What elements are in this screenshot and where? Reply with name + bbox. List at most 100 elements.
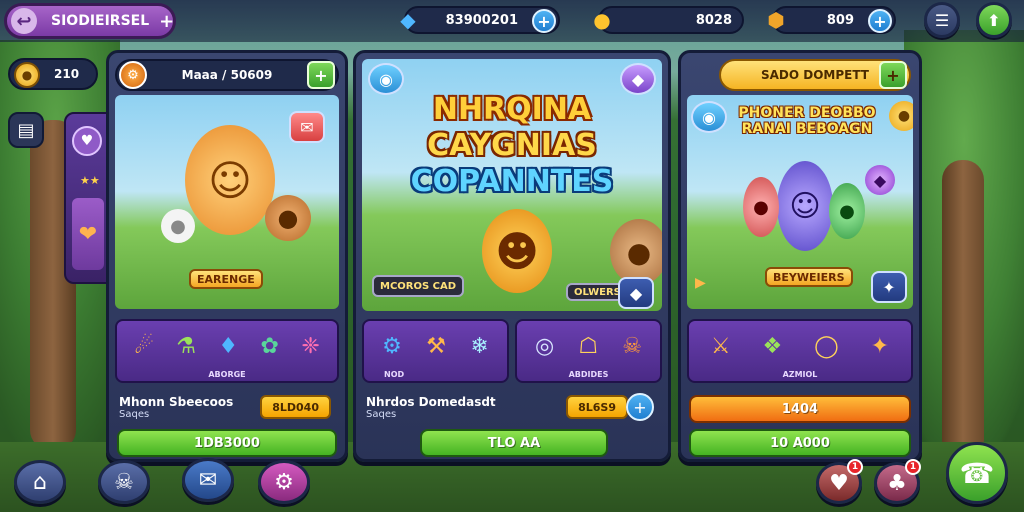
card-1-header: ⚙ Maaa / 50609 + bbox=[115, 59, 339, 91]
card-2-scene: ◉ ◆ NHRQINA CAYGNIAS COPANNTES ☻ ● MCORO… bbox=[362, 59, 662, 311]
card-2-add-button[interactable]: + bbox=[626, 393, 654, 421]
disc-icon: ◎ bbox=[535, 333, 555, 359]
card-3-scene-sign: BEYWEIERS bbox=[765, 267, 853, 287]
card-3-sparkle-button[interactable]: ✦ bbox=[871, 271, 907, 303]
event-button[interactable]: ♣ 1 bbox=[874, 459, 921, 504]
home-button[interactable]: ⌂ bbox=[14, 460, 66, 504]
back-label: SIODIEIRSEL bbox=[51, 13, 150, 29]
card-2-item-box-1[interactable]: ⚙ ⚒ ❄ NOD bbox=[362, 319, 509, 383]
home-icon: ⌂ bbox=[33, 469, 47, 495]
card-2-items-caption-2: ABDIDES bbox=[568, 370, 609, 379]
map-icon[interactable]: ◉ bbox=[691, 101, 727, 133]
scroll-icon: ▤ bbox=[17, 119, 35, 141]
potion-icon: ⚗ bbox=[176, 333, 197, 359]
card-1-items: ☄ ⚗ ♦ ✿ ❈ ABORGE bbox=[115, 319, 339, 383]
card-2-buy-button[interactable]: TLO AA bbox=[420, 429, 608, 457]
offer-card-1: ⚙ Maaa / 50609 + ☺ ● ● ✉ EARENGE ☄ ⚗ ♦ ✿… bbox=[106, 50, 348, 462]
side-card-previous[interactable]: ♥ ★★ ❤ bbox=[64, 112, 108, 284]
card-2-items-caption-1: NOD bbox=[384, 370, 405, 379]
card-2-info: Nhrdos Domedasdt Saqes 8L6S9 + bbox=[366, 393, 658, 423]
quest-scroll-button[interactable]: ▤ bbox=[8, 112, 44, 148]
top-bar: ↩ SIODIEIRSEL + ◆ 83900201 + ● 8028 ⬢ 80… bbox=[0, 0, 1024, 42]
gold-coin-icon: ● bbox=[593, 8, 611, 32]
pet-button[interactable]: ☠ bbox=[98, 460, 150, 504]
card-1-scene-sign: EARENGE bbox=[189, 269, 263, 289]
envelope-icon[interactable]: ✉ bbox=[289, 111, 325, 143]
card-2-subtitle: Saqes bbox=[366, 409, 397, 420]
back-button[interactable]: ↩ SIODIEIRSEL + bbox=[4, 3, 176, 39]
sword-icon: ⚔ bbox=[710, 333, 731, 359]
play-button[interactable]: ☎ bbox=[946, 442, 1008, 504]
trunk-right bbox=[942, 160, 984, 460]
chat-button[interactable]: ✉ bbox=[182, 458, 234, 502]
card-1-buy-button[interactable]: 1DB3000 bbox=[117, 429, 337, 457]
card-2-scene-sign: MCOROS CAD bbox=[372, 275, 465, 297]
heart-badge-icon: ♥ bbox=[72, 126, 102, 156]
coin-icon: ● bbox=[14, 62, 40, 88]
card-2-price[interactable]: 8L6S9 bbox=[566, 395, 628, 419]
chest-icon: ☖ bbox=[578, 333, 599, 359]
kangaroo-companion-icon: ● bbox=[610, 219, 662, 285]
phone-icon: ☎ bbox=[959, 456, 995, 490]
card-3-items: ⚔ ❖ ◯ ✦ AZMIOL bbox=[687, 319, 913, 383]
arrow-left-icon[interactable]: ▶ bbox=[695, 275, 706, 291]
shell-icon: ❈ bbox=[301, 333, 320, 359]
resource-gems: ◆ 83900201 + bbox=[400, 6, 560, 34]
cookie-icon: ☠ bbox=[622, 333, 642, 359]
menu-icon: ☰ bbox=[934, 10, 950, 30]
resource-coins: ● 8028 bbox=[593, 6, 744, 34]
card-1-items-caption: ABORGE bbox=[208, 370, 246, 379]
gold-gem-icon: ⬢ bbox=[767, 8, 785, 32]
card-3-promo-line-2: RANAI BEBOAGN bbox=[741, 121, 873, 138]
crystal-icon: ♦ bbox=[218, 333, 239, 359]
flower-icon: ✿ bbox=[260, 333, 279, 359]
card-2-gem-button[interactable]: ◆ bbox=[618, 277, 654, 309]
card-3-buy-button[interactable]: 10 A000 bbox=[689, 429, 911, 457]
card-3-header: SADO DOMPETT + bbox=[719, 59, 911, 91]
add-gold-gems-button[interactable]: + bbox=[868, 9, 892, 33]
card-1-scene: ☺ ● ● ✉ EARENGE bbox=[115, 95, 339, 309]
cat-companion-icon: ● bbox=[161, 209, 195, 243]
ice-icon: ❄ bbox=[470, 333, 489, 359]
card-3-header-label: SADO DOMPETT bbox=[760, 68, 869, 82]
menu-button[interactable]: ☰ bbox=[924, 2, 960, 38]
leader-hero-character: ☺ bbox=[777, 161, 833, 251]
offer-card-2: ◉ ◆ NHRQINA CAYGNIAS COPANNTES ☻ ● MCORO… bbox=[353, 50, 671, 462]
card-1-subtitle: Saqes bbox=[119, 409, 150, 420]
gear-icon: ⚙ bbox=[382, 333, 402, 359]
card-2-title-line-2: CAYGNIAS bbox=[427, 128, 597, 163]
event-notification-badge: 1 bbox=[905, 459, 921, 475]
card-1-title: Mhonn Sbeecoos bbox=[119, 395, 234, 409]
gem-box-icon: ◆ bbox=[400, 8, 416, 32]
card-3-item-box[interactable]: ⚔ ❖ ◯ ✦ AZMIOL bbox=[687, 319, 913, 383]
pet-icon: ☠ bbox=[114, 469, 134, 495]
card-1-item-box[interactable]: ☄ ⚗ ♦ ✿ ❈ ABORGE bbox=[115, 319, 339, 383]
card-2-item-box-2[interactable]: ◎ ☖ ☠ ABDIDES bbox=[515, 319, 662, 383]
card-3-promo-title: PHONER DEOBBO RANAI BEBOAGN bbox=[727, 105, 887, 137]
hammer-icon: ⚒ bbox=[426, 333, 446, 359]
card-3-progress-bar[interactable]: 1404 bbox=[689, 395, 911, 423]
ally-hero-1: ● bbox=[743, 177, 779, 237]
shop-notification-badge: 1 bbox=[847, 459, 863, 475]
spellbook-icon: ❖ bbox=[762, 333, 783, 359]
stars-rating: ★★ bbox=[80, 174, 100, 187]
card-1-add-button[interactable]: + bbox=[307, 61, 335, 89]
shop-button[interactable]: ♥ 1 bbox=[816, 459, 863, 504]
offer-card-3: SADO DOMPETT + ◉ PHONER DEOBBO RANAI BEB… bbox=[678, 50, 922, 462]
treasure-icon[interactable]: ◆ bbox=[620, 63, 656, 95]
card-2-title-line-1: NHRQINA bbox=[432, 92, 592, 127]
arrow-up-icon: ⬆ bbox=[987, 10, 1001, 30]
card-3-scene: ◉ PHONER DEOBBO RANAI BEBOAGN ● ☺ ● ● ◆ … bbox=[687, 95, 913, 309]
cookies-icon: ✦ bbox=[870, 333, 890, 359]
gems-value: 83900201 bbox=[445, 12, 518, 28]
card-2-title-line-3: COPANNTES bbox=[410, 164, 614, 199]
side-item-icon: ❤ bbox=[72, 198, 104, 270]
settings-button[interactable]: ⚙ bbox=[258, 460, 310, 504]
card-1-price[interactable]: 8LD040 bbox=[260, 395, 331, 419]
card-3-add-button[interactable]: + bbox=[879, 61, 907, 89]
globe-icon[interactable]: ◉ bbox=[368, 63, 404, 95]
level-up-button[interactable]: ⬆ bbox=[976, 2, 1012, 38]
add-gems-button[interactable]: + bbox=[532, 9, 556, 33]
coin-counter: ● 210 bbox=[8, 58, 98, 90]
event-icon: ♣ bbox=[887, 470, 907, 496]
